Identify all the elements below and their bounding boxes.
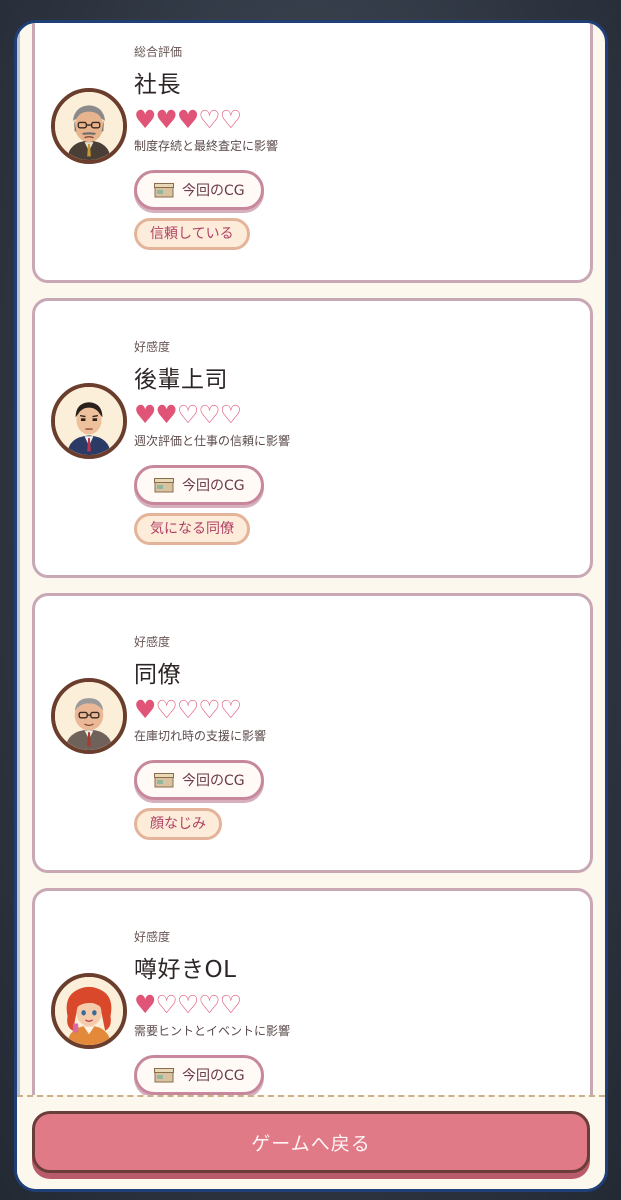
- heart-rating: ♥♡♡♡♡: [134, 989, 580, 1021]
- character-card-gossip-ol: 好感度 噂好きOL ♥♡♡♡♡ 需要ヒントとイベントに影響 今回のCG: [32, 888, 593, 1099]
- heart-empty-icon: ♡♡♡♡: [155, 695, 242, 724]
- effect-description: 在庫切れ時の支援に影響: [134, 729, 267, 743]
- boss-portrait-icon: [51, 88, 127, 164]
- character-name: 社長: [134, 72, 181, 98]
- cg-box-icon: [154, 1068, 174, 1083]
- relationship-badge: 信頼している: [134, 218, 250, 250]
- cg-button-label: 今回のCG: [182, 183, 245, 199]
- heart-empty-icon: ♡♡♡: [176, 400, 242, 429]
- rating-kind-label: 好感度: [134, 340, 171, 354]
- cg-button-label: 今回のCG: [182, 773, 245, 789]
- coworker-portrait-icon: [51, 678, 127, 754]
- relationship-badge: 顔なじみ: [134, 808, 222, 840]
- character-list: 総合評価 社長 ♥♥♥♡♡ 制度存続と最終査定に影響 今回のCG 信頼している …: [32, 23, 593, 1099]
- view-cg-button[interactable]: 今回のCG: [134, 1055, 264, 1095]
- heart-filled-icon: ♥♥♥: [134, 105, 199, 134]
- character-list-scroll[interactable]: 総合評価 社長 ♥♥♥♡♡ 制度存続と最終査定に影響 今回のCG 信頼している …: [17, 23, 605, 1099]
- character-name: 後輩上司: [134, 367, 228, 393]
- character-card-coworker: 好感度 同僚 ♥♡♡♡♡ 在庫切れ時の支援に影響 今回のCG 顔なじみ: [32, 593, 593, 873]
- effect-description: 需要ヒントとイベントに影響: [134, 1024, 291, 1038]
- cg-box-icon: [154, 183, 174, 198]
- rating-kind-label: 総合評価: [134, 45, 183, 59]
- heart-filled-icon: ♥: [134, 695, 156, 724]
- heart-empty-icon: ♡♡: [198, 105, 242, 134]
- relationship-badge: 気になる同僚: [134, 513, 250, 545]
- cg-box-icon: [154, 478, 174, 493]
- character-card-junior-manager: 好感度 後輩上司 ♥♥♡♡♡ 週次評価と仕事の信頼に影響 今回のCG 気になる同…: [32, 298, 593, 578]
- character-name: 同僚: [134, 662, 181, 688]
- rating-kind-label: 好感度: [134, 930, 171, 944]
- view-cg-button[interactable]: 今回のCG: [134, 170, 264, 210]
- cg-box-icon: [154, 773, 174, 788]
- back-to-game-button[interactable]: ゲームへ戻る: [32, 1111, 590, 1173]
- cg-button-label: 今回のCG: [182, 1068, 245, 1084]
- effect-description: 週次評価と仕事の信頼に影響: [134, 434, 291, 448]
- view-cg-button[interactable]: 今回のCG: [134, 760, 264, 800]
- relationship-panel: 総合評価 社長 ♥♥♥♡♡ 制度存続と最終査定に影響 今回のCG 信頼している …: [14, 20, 608, 1192]
- heart-filled-icon: ♥♥: [134, 400, 178, 429]
- effect-description: 制度存続と最終査定に影響: [134, 139, 279, 153]
- rating-kind-label: 好感度: [134, 635, 171, 649]
- heart-empty-icon: ♡♡♡♡: [155, 990, 242, 1019]
- cg-button-label: 今回のCG: [182, 478, 245, 494]
- heart-filled-icon: ♥: [134, 990, 156, 1019]
- character-card-president: 総合評価 社長 ♥♥♥♡♡ 制度存続と最終査定に影響 今回のCG 信頼している: [32, 23, 593, 283]
- character-name: 噂好きOL: [134, 957, 237, 983]
- heart-rating: ♥♥♥♡♡: [134, 104, 580, 136]
- heart-rating: ♥♥♡♡♡: [134, 399, 580, 431]
- footer-bar: ゲームへ戻る: [17, 1095, 605, 1189]
- heart-rating: ♥♡♡♡♡: [134, 694, 580, 726]
- gossip-ol-portrait-icon: [51, 973, 127, 1049]
- junior-manager-portrait-icon: [51, 383, 127, 459]
- view-cg-button[interactable]: 今回のCG: [134, 465, 264, 505]
